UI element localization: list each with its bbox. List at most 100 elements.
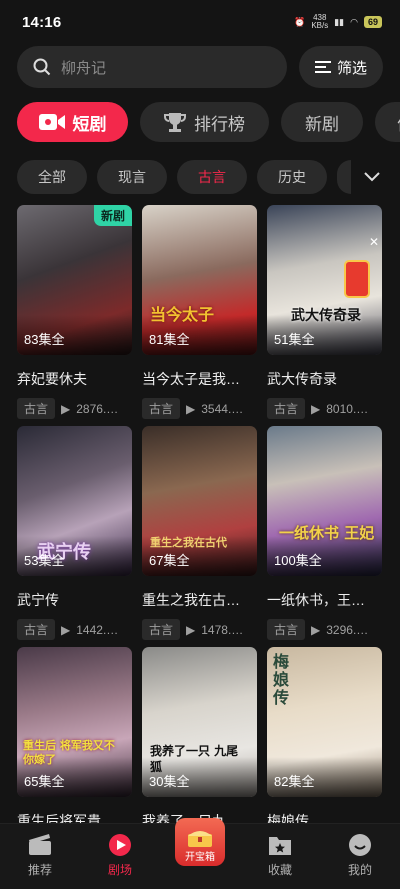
episode-count: 53集全 — [24, 553, 65, 568]
genre-tag: 古言 — [142, 398, 181, 419]
network-speed: 438 KB/s — [311, 13, 329, 30]
battery-indicator: 69 — [363, 16, 382, 28]
drama-card[interactable]: 一纸休书 王妃 100集全 一纸休书，王… 古言 ▶ 3296.… — [267, 426, 382, 647]
play-count: 3544.… — [201, 401, 244, 416]
play-count: 1442.… — [76, 622, 119, 637]
drama-meta: 古言 ▶ 3544.… — [142, 398, 257, 419]
treasure-chest-icon: 开宝箱 — [175, 818, 225, 866]
drama-title[interactable]: 武宁传 — [17, 590, 132, 610]
drama-meta: 古言 ▶ 2876.… — [17, 398, 132, 419]
genre-tag: 古言 — [17, 619, 56, 640]
drama-card[interactable]: 新剧 83集全 弃妃要休夫 古言 ▶ 2876.… — [17, 205, 132, 426]
main-tabs: 短剧 排行榜 新剧 优 — [17, 102, 400, 142]
drama-poster[interactable]: 一纸休书 王妃 100集全 — [267, 426, 382, 576]
genre-tab-all[interactable]: 全部 — [17, 160, 87, 194]
play-icon: ▶ — [311, 401, 321, 416]
search-input[interactable]: 柳舟记 — [17, 46, 287, 88]
search-row: 柳舟记 筛选 — [17, 46, 383, 88]
wifi-icon: ◠ — [350, 16, 358, 27]
tab-new-drama[interactable]: 新剧 — [281, 102, 363, 142]
red-envelope-icon[interactable] — [344, 260, 370, 298]
play-count: 1478.… — [201, 622, 244, 637]
drama-card[interactable]: 武宁传 53集全 武宁传 古言 ▶ 1442.… — [17, 426, 132, 647]
drama-card[interactable]: 当今太子 81集全 当今太子是我… 古言 ▶ 3544.… — [142, 205, 257, 426]
expand-genres-button[interactable] — [361, 160, 383, 194]
play-icon: ▶ — [61, 622, 71, 637]
profile-icon — [347, 832, 373, 858]
drama-title[interactable]: 武大传奇录 — [267, 369, 382, 389]
trophy-icon — [164, 113, 186, 132]
nav-favorites[interactable]: 收藏 — [245, 832, 315, 878]
episode-count: 82集全 — [274, 774, 315, 789]
drama-poster[interactable]: 当今太子 81集全 — [142, 205, 257, 355]
drama-poster[interactable]: 梅娘传 82集全 — [267, 647, 382, 797]
episode-count: 100集全 — [274, 553, 322, 568]
play-icon: ▶ — [186, 401, 196, 416]
drama-title[interactable]: 一纸休书，王… — [267, 590, 382, 610]
genre-tag: 古言 — [142, 619, 181, 640]
poster-title-text: 武大传奇录 — [291, 308, 361, 324]
clapper-icon — [27, 832, 53, 858]
drama-poster[interactable]: 重生后 将军我又不你嫁了 65集全 — [17, 647, 132, 797]
search-icon — [33, 58, 51, 76]
poster-title-text: 梅娘传 — [273, 652, 290, 707]
status-time: 14:16 — [22, 13, 62, 31]
genre-tab-overflow[interactable] — [337, 160, 351, 194]
genre-tab-ancient-romance[interactable]: 古言 — [177, 160, 247, 194]
nav-profile[interactable]: 我的 — [325, 832, 395, 878]
play-count: 8010.… — [326, 401, 369, 416]
genre-tabs: 全部 现言 古言 历史 — [17, 160, 383, 194]
star-folder-icon — [267, 832, 293, 858]
drama-card[interactable]: 重生之我在古代 67集全 重生之我在古… 古言 ▶ 1478.… — [142, 426, 257, 647]
genre-tag: 古言 — [267, 398, 306, 419]
nav-theater[interactable]: 剧场 — [85, 832, 155, 878]
genre-tab-history[interactable]: 历史 — [257, 160, 327, 194]
play-circle-icon — [107, 832, 133, 858]
filter-icon — [314, 61, 331, 73]
genre-tag: 古言 — [17, 398, 56, 419]
poster-title-text: 当今太子 — [150, 305, 215, 324]
play-icon: ▶ — [61, 401, 71, 416]
tab-short-drama[interactable]: 短剧 — [17, 102, 128, 142]
drama-poster[interactable]: 武大传奇录 ✕ 51集全 — [267, 205, 382, 355]
drama-card[interactable]: 武大传奇录 ✕ 51集全 武大传奇录 古言 ▶ 8010.… — [267, 205, 382, 426]
play-count: 3296.… — [326, 622, 369, 637]
episode-count: 51集全 — [274, 332, 315, 347]
close-icon[interactable]: ✕ — [369, 235, 379, 249]
poster-title-text: 一纸休书 王妃 — [279, 524, 375, 542]
episode-count: 81集全 — [149, 332, 190, 347]
genre-tab-modern-romance[interactable]: 现言 — [97, 160, 167, 194]
play-icon: ▶ — [186, 622, 196, 637]
status-bar: 14:16 ⏰ 438 KB/s ▮▮ ◠ 69 — [0, 0, 400, 44]
search-placeholder: 柳舟记 — [61, 59, 107, 77]
drama-title[interactable]: 当今太子是我… — [142, 369, 257, 389]
drama-title[interactable]: 重生之我在古… — [142, 590, 257, 610]
bottom-nav: 推荐 剧场 开宝箱 收藏 我的 — [0, 818, 400, 889]
poster-title-text: 重生之我在古代 — [150, 536, 227, 549]
filter-button[interactable]: 筛选 — [299, 46, 383, 88]
episode-count: 67集全 — [149, 553, 190, 568]
drama-meta: 古言 ▶ 3296.… — [267, 619, 382, 640]
drama-poster[interactable]: 武宁传 53集全 — [17, 426, 132, 576]
drama-poster[interactable]: 新剧 83集全 — [17, 205, 132, 355]
filter-label: 筛选 — [336, 59, 367, 77]
play-count: 2876.… — [76, 401, 119, 416]
nav-recommend[interactable]: 推荐 — [5, 832, 75, 878]
drama-meta: 古言 ▶ 1442.… — [17, 619, 132, 640]
drama-meta: 古言 ▶ 8010.… — [267, 398, 382, 419]
alarm-icon: ⏰ — [294, 16, 306, 27]
episode-count: 83集全 — [24, 332, 65, 347]
drama-poster[interactable]: 重生之我在古代 67集全 — [142, 426, 257, 576]
drama-meta: 古言 ▶ 1478.… — [142, 619, 257, 640]
drama-title[interactable]: 弃妃要休夫 — [17, 369, 132, 389]
chevron-down-icon — [364, 172, 380, 182]
drama-grid: 新剧 83集全 弃妃要休夫 古言 ▶ 2876.… 当今太子 81集全 当今太子… — [17, 205, 383, 868]
drama-poster[interactable]: 我养了一只 九尾狐 30集全 — [142, 647, 257, 797]
video-camera-icon — [38, 114, 65, 130]
tab-premium[interactable]: 优 — [375, 102, 400, 142]
poster-title-text: 重生后 将军我又不你嫁了 — [23, 739, 115, 766]
nav-treasure[interactable]: 开宝箱 — [165, 818, 235, 866]
signal-icon: ▮▮ — [334, 16, 345, 27]
play-icon: ▶ — [311, 622, 321, 637]
tab-ranking[interactable]: 排行榜 — [140, 102, 269, 142]
